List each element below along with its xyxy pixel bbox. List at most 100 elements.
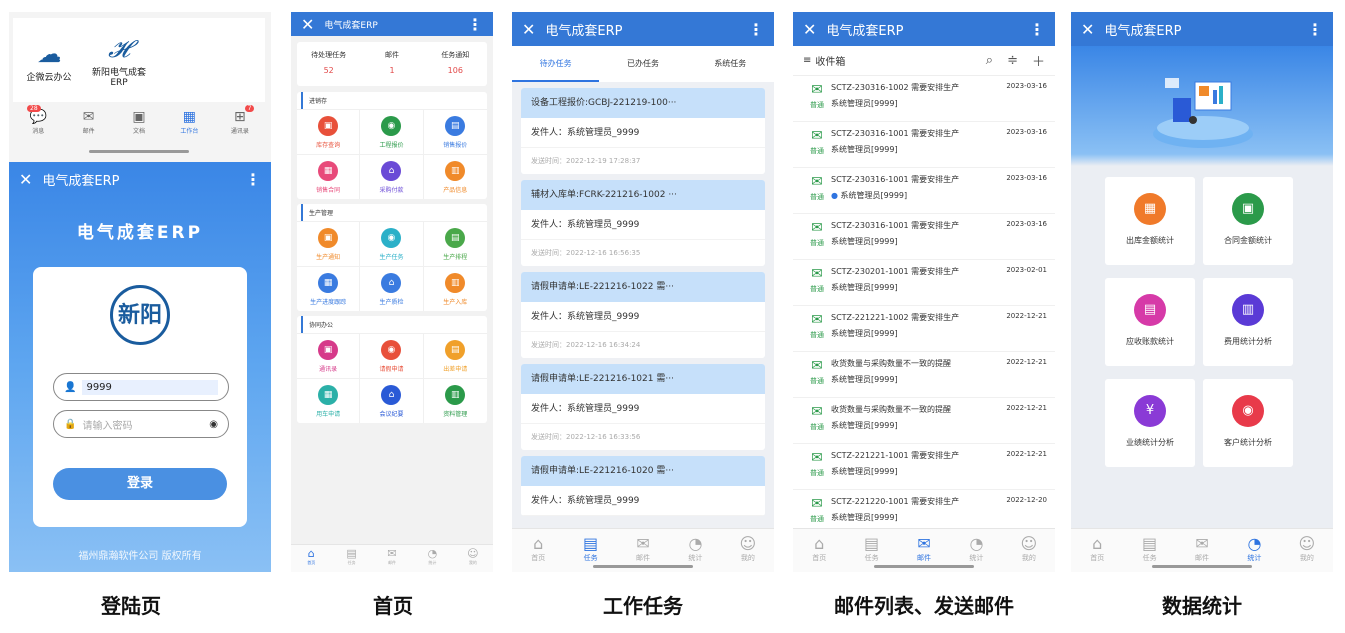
module-tile[interactable]: ⌂ 生产质检 — [360, 266, 424, 311]
filter-icon[interactable]: ≑ — [1007, 53, 1018, 68]
task-card[interactable]: 设备工程报价:GCBJ-221219-100··· 发件人：系统管理员_9999… — [521, 88, 765, 174]
tab-stats[interactable]: ◔ 统计 — [412, 545, 452, 572]
username-input[interactable]: 9999 — [82, 379, 218, 395]
user-icon: ☺ — [739, 534, 757, 553]
stat-tile[interactable]: ◉ 客户统计分析 — [1203, 379, 1293, 467]
stat-label: 业绩统计分析 — [1126, 438, 1174, 447]
more-icon[interactable]: ⋮ — [1307, 20, 1323, 39]
tab-home[interactable]: ⌂ 首页 — [291, 545, 331, 572]
more-icon[interactable]: ⋮ — [1029, 20, 1045, 39]
nav-mail[interactable]: ✉ 邮件 — [63, 108, 113, 148]
mail-item[interactable]: ✉ 普通 SCTZ-230316-1001 需要安排生产 系统管理员[9999] 2… — [793, 122, 1055, 168]
more-icon[interactable]: ⋮ — [467, 15, 483, 34]
mail-item[interactable]: ✉ 普通 收货数量与采购数量不一致的提醒 系统管理员[9999] 2022-12-2… — [793, 398, 1055, 444]
mail-item[interactable]: ✉ 普通 收货数量与采购数量不一致的提醒 系统管理员[9999] 2022-12-2… — [793, 352, 1055, 398]
eye-icon[interactable]: ◉ — [209, 419, 218, 430]
close-icon[interactable]: ✕ — [301, 15, 314, 34]
tab-me[interactable]: ☺ 我的 — [1003, 529, 1055, 572]
mail-item[interactable]: ✉ 普通 SCTZ-230316-1001 需要安排生产 系统管理员[9999] 2… — [793, 214, 1055, 260]
more-icon[interactable]: ⋮ — [245, 170, 261, 189]
tab-me[interactable]: ☺ 我的 — [453, 545, 493, 572]
close-icon[interactable]: ✕ — [19, 170, 32, 189]
nav-contacts[interactable]: 7 ⊞ 通讯录 — [215, 105, 265, 148]
mail-from: 系统管理员[9999] — [831, 375, 898, 384]
menu-icon[interactable]: ≡ — [803, 55, 811, 66]
module-tile[interactable]: ◉ 工程报价 — [360, 109, 424, 154]
count-mail[interactable]: 邮件 1 — [360, 42, 423, 86]
tab-me[interactable]: ☺ 我的 — [1281, 529, 1333, 572]
tab-done[interactable]: 已办任务 — [599, 46, 686, 82]
stat-tile[interactable]: ▦ 出库金额统计 — [1105, 177, 1195, 265]
cloud-icon: ☁ — [37, 39, 61, 68]
mail-header: ≡ 收件箱 ⌕ ≑ ＋ — [793, 46, 1055, 76]
module-tile[interactable]: ▥ 产品信息 — [423, 154, 487, 199]
module-tile[interactable]: ◉ 生产任务 — [360, 221, 424, 266]
tab-home[interactable]: ⌂ 首页 — [793, 529, 845, 572]
module-tile[interactable]: ▣ 库存查询 — [297, 109, 361, 154]
tab-tasks[interactable]: ▤ 任务 — [331, 545, 371, 572]
mail-item[interactable]: ✉ 普通 SCTZ-221221-1001 需要安排生产 系统管理员[9999] 2… — [793, 444, 1055, 490]
add-icon[interactable]: ＋ — [1032, 51, 1045, 70]
close-icon[interactable]: ✕ — [803, 20, 816, 39]
module-tile[interactable]: ⌂ 采购付款 — [360, 154, 424, 199]
mail-from: 系统管理员[9999] — [831, 467, 898, 476]
task-card[interactable]: 辅材入库单:FCRK-221216-1002 ··· 发件人：系统管理员_999… — [521, 180, 765, 266]
tab-todo[interactable]: 待办任务 — [512, 46, 600, 82]
module-tile[interactable]: ◉ 请假申请 — [360, 333, 424, 378]
mail-item[interactable]: ✉ 普通 SCTZ-230201-1001 需要安排生产 系统管理员[9999] 2… — [793, 260, 1055, 306]
app-title: 电气成套ERP — [826, 23, 904, 39]
mail-subject: SCTZ-230316-1002 需要安排生产 — [831, 83, 960, 92]
mail-item[interactable]: ✉ 普通 SCTZ-230316-1001 需要安排生产 ● 系统管理员[9999]… — [793, 168, 1055, 214]
task-card[interactable]: 请假申请单:LE-221216-1020 需··· 发件人：系统管理员_9999 — [521, 456, 765, 516]
tab-mail[interactable]: ✉ 邮件 — [372, 545, 412, 572]
module-tile[interactable]: ▣ 生产通知 — [297, 221, 361, 266]
module-tile[interactable]: ▤ 销售报价 — [423, 109, 487, 154]
module-tile[interactable]: ▤ 出差申请 — [423, 333, 487, 378]
tab-system[interactable]: 系统任务 — [687, 46, 774, 82]
module-tile[interactable]: ▦ 销售合同 — [297, 154, 361, 199]
home-section: 生产管理 ▣ 生产通知 ◉ 生产任务 ▤ 生产排程 ▦ 生产进度跟踪 ⌂ 生产质检 ▥ 生产入库 — [297, 204, 487, 311]
mail-item[interactable]: ✉ 普通 SCTZ-230316-1002 需要安排生产 系统管理员[9999] 2… — [793, 76, 1055, 122]
module-tile[interactable]: ▥ 生产入库 — [423, 266, 487, 311]
tab-me[interactable]: ☺ 我的 — [722, 529, 774, 572]
task-card[interactable]: 请假申请单:LE-221216-1022 需··· 发件人：系统管理员_9999… — [521, 272, 765, 358]
mail-body: SCTZ-230316-1002 需要安排生产 系统管理员[9999] — [831, 80, 1006, 121]
username-field[interactable]: 👤 9999 — [53, 373, 229, 401]
password-field[interactable]: 🔒 请输入密码 ◉ — [53, 410, 229, 438]
app-wecom-cloud[interactable]: ☁ 企微云办公 — [19, 38, 79, 83]
module-tile[interactable]: ▣ 通讯录 — [297, 333, 361, 378]
module-tile[interactable]: ▤ 生产排程 — [423, 221, 487, 266]
module-tile[interactable]: ▦ 生产进度跟踪 — [297, 266, 361, 311]
module-tile[interactable]: ▥ 资料管理 — [423, 378, 487, 423]
mail-tag: ✉ 普通 — [803, 172, 831, 213]
search-icon[interactable]: ⌕ — [986, 53, 993, 68]
more-icon[interactable]: ⋮ — [748, 20, 764, 39]
stat-tile[interactable]: ¥ 业绩统计分析 — [1105, 379, 1195, 467]
tab-home[interactable]: ⌂ 首页 — [512, 529, 564, 572]
module-tile[interactable]: ⌂ 会议纪要 — [360, 378, 424, 423]
password-input[interactable]: 请输入密码 — [82, 417, 209, 432]
close-icon[interactable]: ✕ — [1081, 20, 1094, 39]
task-card[interactable]: 请假申请单:LE-221216-1021 需··· 发件人：系统管理员_9999… — [521, 364, 765, 450]
isometric-illustration — [1153, 78, 1253, 148]
tab-home[interactable]: ⌂ 首页 — [1071, 529, 1123, 572]
module-tile[interactable]: ▦ 用车申请 — [297, 378, 361, 423]
count-task-notices[interactable]: 任务通知 106 — [424, 42, 487, 86]
mail-date: 2022-12-21 — [1006, 358, 1047, 366]
nav-messages[interactable]: 28 💬 消息 — [13, 105, 63, 148]
doc-icon: ▤ — [1142, 534, 1158, 553]
count-pending-tasks[interactable]: 待处理任务 52 — [297, 42, 360, 86]
stat-tile[interactable]: ▤ 应收账款统计 — [1105, 278, 1195, 366]
stats-banner — [1071, 46, 1333, 166]
mail-subject: 收货数量与采购数量不一致的提醒 — [831, 359, 951, 368]
nav-workbench[interactable]: ▦ 工作台 — [164, 108, 214, 148]
mail-icon: ✉ — [636, 534, 650, 553]
login-button[interactable]: 登录 — [53, 468, 227, 500]
app-erp[interactable]: 𝓗 新阳电气成套 ERP — [89, 33, 149, 88]
stat-tile[interactable]: ▣ 合同金额统计 — [1203, 177, 1293, 265]
mail-item[interactable]: ✉ 普通 SCTZ-221221-1002 需要安排生产 系统管理员[9999] 2… — [793, 306, 1055, 352]
mail-subject: SCTZ-221221-1002 需要安排生产 — [831, 313, 960, 322]
stat-tile[interactable]: ▥ 费用统计分析 — [1203, 278, 1293, 366]
nav-docs[interactable]: ▣ 文档 — [114, 108, 164, 148]
close-icon[interactable]: ✕ — [522, 20, 535, 39]
